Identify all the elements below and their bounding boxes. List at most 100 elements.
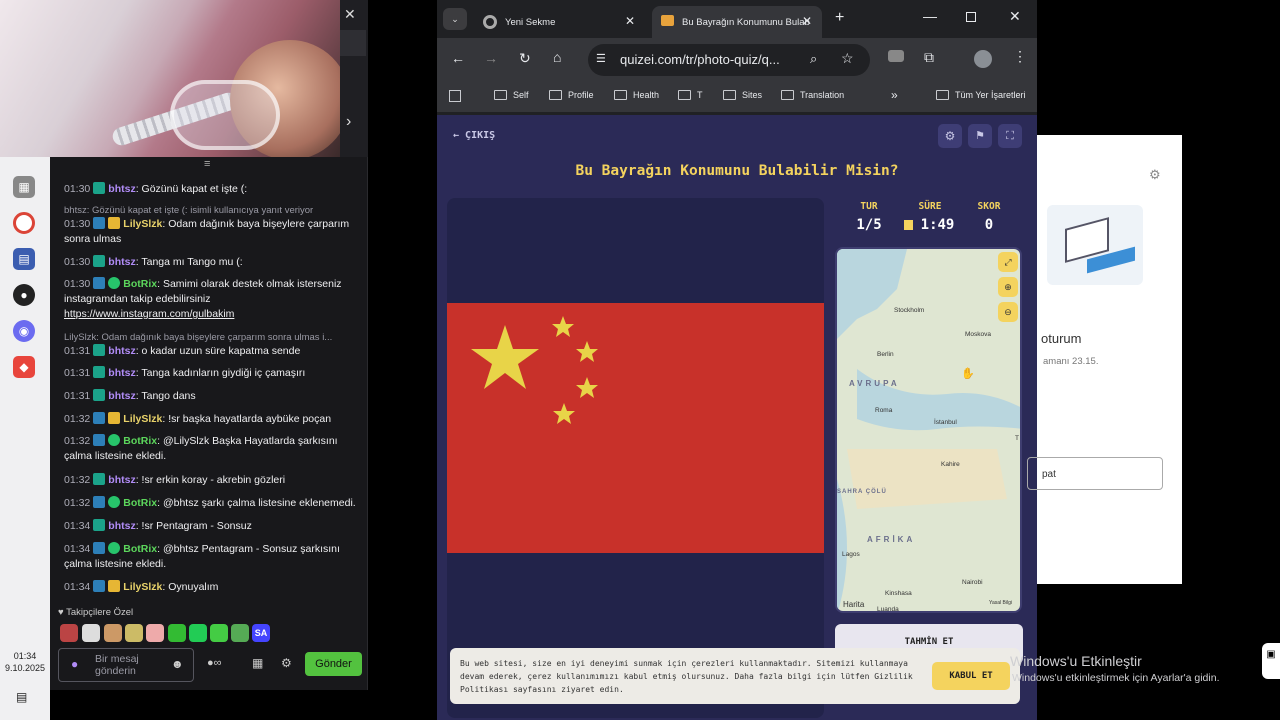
side-widget-icon[interactable]: ▣ bbox=[1262, 643, 1280, 679]
bookmark-sites[interactable]: Sites bbox=[723, 90, 762, 100]
emote[interactable]: SA bbox=[252, 624, 270, 642]
emote[interactable] bbox=[168, 624, 186, 642]
expand-map-icon[interactable]: ⤢ bbox=[998, 252, 1018, 272]
emoji-icon[interactable]: ☻ bbox=[171, 657, 184, 671]
gear-icon[interactable]: ⚙ bbox=[1149, 167, 1161, 183]
emote[interactable] bbox=[189, 624, 207, 642]
emote[interactable] bbox=[125, 624, 143, 642]
extension-icon[interactable] bbox=[888, 50, 904, 62]
flag-image bbox=[447, 303, 824, 553]
bookmark-profile[interactable]: Profile bbox=[549, 90, 594, 100]
star-icon[interactable]: ☆ bbox=[841, 50, 854, 67]
map-label: Stockholm bbox=[894, 307, 925, 314]
map-label: Moskova bbox=[965, 331, 992, 338]
send-button[interactable]: Gönder bbox=[305, 652, 362, 676]
emote[interactable] bbox=[231, 624, 249, 642]
back-icon[interactable]: ← bbox=[451, 50, 465, 66]
map-label: Roma bbox=[875, 407, 893, 414]
emote[interactable] bbox=[210, 624, 228, 642]
clock: 01:34 9.10.2025 bbox=[4, 651, 46, 673]
accept-cookies-button[interactable]: KABUL ET bbox=[932, 662, 1010, 690]
maximize-icon[interactable] bbox=[966, 12, 976, 22]
chat-message: 01:34 bhtsz: !sr Pentagram - Sonsuz bbox=[64, 519, 252, 532]
tab-bar: ⌄ Yeni Sekme ✕ Bu Bayrağın Konumunu Bulab… bbox=[437, 0, 1037, 38]
chat-input[interactable]: ● Bir mesaj gönderin ☻ bbox=[58, 648, 194, 682]
chat-message: 01:32 bhtsz: !sr erkin koray - akrebin gö… bbox=[64, 473, 286, 486]
app-icon[interactable]: ▤ bbox=[13, 248, 35, 270]
time-value: 1:49 bbox=[920, 217, 955, 233]
close-icon[interactable]: ✕ bbox=[802, 14, 812, 28]
chat-header: ✕ › bbox=[336, 0, 368, 157]
chevron-double-icon[interactable]: » bbox=[891, 88, 898, 102]
avatar[interactable] bbox=[974, 50, 992, 68]
zoom-in-icon[interactable]: ⊕ bbox=[998, 277, 1018, 297]
chat-message: 01:32 BotRix: @bhtsz şarkı çalma listesin… bbox=[64, 496, 356, 509]
emote[interactable] bbox=[82, 624, 100, 642]
anydesk-icon[interactable]: ◆ bbox=[13, 356, 35, 378]
notification-icon[interactable]: ▤ bbox=[16, 690, 27, 704]
chat-message: 01:30 LilySlzk: Odam dağınık baya bişeyle… bbox=[64, 217, 350, 245]
gear-icon[interactable]: ⚙ bbox=[281, 656, 292, 670]
menu-icon[interactable]: ⋮ bbox=[1013, 48, 1027, 65]
legal-link[interactable]: Yasal Bilgi bbox=[989, 600, 1012, 606]
chat-link[interactable]: https://www.instagram.com/gulbakim bbox=[64, 308, 234, 320]
zoom-out-icon[interactable]: ⊖ bbox=[998, 302, 1018, 322]
chat-message: 01:30 bhtsz: Tanga mı Tango mu (: bbox=[64, 255, 243, 268]
forward-icon[interactable]: → bbox=[484, 50, 498, 66]
close-icon[interactable]: ✕ bbox=[625, 14, 635, 28]
bookmark-t[interactable]: T bbox=[678, 90, 703, 100]
chat-message: 01:32 LilySlzk: !sr başka hayatlarda aybü… bbox=[64, 412, 332, 425]
new-tab-icon[interactable]: + bbox=[835, 9, 844, 27]
background-dialog: ⚙ oturum amanı 23.15. pat bbox=[1027, 135, 1182, 584]
minimize-icon[interactable]: — bbox=[923, 8, 937, 24]
close-window-icon[interactable]: ✕ bbox=[1009, 8, 1021, 25]
site-info-icon[interactable]: ☰ bbox=[596, 52, 606, 65]
chrome-icon[interactable] bbox=[13, 212, 35, 234]
emote[interactable] bbox=[146, 624, 164, 642]
pin-icon[interactable]: ≡ bbox=[204, 158, 210, 170]
page-title: Bu Bayrağın Konumunu Bulabilir Misin? bbox=[575, 163, 899, 179]
small-star bbox=[576, 377, 598, 398]
points-icon[interactable]: ●∞ bbox=[207, 657, 222, 669]
url-text[interactable]: quizei.com/tr/photo-quiz/q... bbox=[620, 52, 780, 67]
search-icon[interactable] bbox=[336, 30, 366, 56]
activation-watermark-sub: Windows'u etkinleştirmek için Ayarlar'a … bbox=[1012, 672, 1220, 684]
tab-new-tab[interactable]: Yeni Sekme ✕ bbox=[475, 6, 645, 38]
round-value: 1/5 bbox=[856, 217, 882, 233]
app-icon[interactable]: ● bbox=[13, 284, 35, 306]
world-map[interactable]: Stockholm Moskova Berlin AVRUPA Roma İst… bbox=[835, 247, 1022, 613]
mic-icon[interactable]: ● bbox=[71, 657, 78, 671]
apps-icon[interactable] bbox=[449, 90, 461, 102]
bookmark-self[interactable]: Self bbox=[494, 90, 529, 100]
settings-icon[interactable]: ⚙ bbox=[938, 124, 962, 148]
big-star bbox=[471, 325, 539, 389]
all-bookmarks[interactable]: Tüm Yer İşaretleri bbox=[936, 90, 1026, 100]
emote[interactable] bbox=[60, 624, 78, 642]
bookmark-translation[interactable]: Translation bbox=[781, 90, 844, 100]
close-icon[interactable]: ✕ bbox=[344, 6, 356, 23]
chat-message: 01:30 BotRix: Samimi olarak destek olmak … bbox=[64, 277, 342, 320]
map-region-label: AVRUPA bbox=[849, 379, 900, 388]
emote[interactable] bbox=[104, 624, 122, 642]
bookmark-health[interactable]: Health bbox=[614, 90, 659, 100]
puzzle-icon[interactable]: ⧉ bbox=[924, 49, 934, 66]
dialog-button[interactable]: pat bbox=[1027, 457, 1163, 490]
laptop-illustration bbox=[1047, 205, 1143, 285]
flag-icon[interactable]: ⚑ bbox=[968, 124, 992, 148]
store-icon[interactable]: ▦ bbox=[252, 656, 263, 670]
sea-area bbox=[837, 249, 907, 339]
sea-area bbox=[837, 479, 847, 611]
tab-quiz[interactable]: Bu Bayrağın Konumunu Bulab ✕ bbox=[652, 6, 822, 38]
address-bar[interactable]: ☰ quizei.com/tr/photo-quiz/q... ⌕ ☆ bbox=[588, 44, 870, 76]
app-icon[interactable]: ▦ bbox=[13, 176, 35, 198]
tab-search-icon[interactable]: ⌄ bbox=[443, 8, 467, 30]
home-icon[interactable]: ⌂ bbox=[553, 49, 561, 65]
chevron-right-icon[interactable]: › bbox=[346, 113, 351, 131]
discord-icon[interactable]: ◉ bbox=[13, 320, 35, 342]
exit-button[interactable]: ← ÇIKIŞ bbox=[453, 130, 495, 141]
fullscreen-icon[interactable]: ⛶ bbox=[998, 124, 1022, 148]
small-star bbox=[553, 403, 575, 424]
zoom-icon[interactable]: ⌕ bbox=[810, 51, 817, 67]
reload-icon[interactable]: ↻ bbox=[519, 50, 531, 67]
chat-message: 01:30 bhtsz: Gözünü kapat et işte (: bbox=[64, 182, 248, 195]
